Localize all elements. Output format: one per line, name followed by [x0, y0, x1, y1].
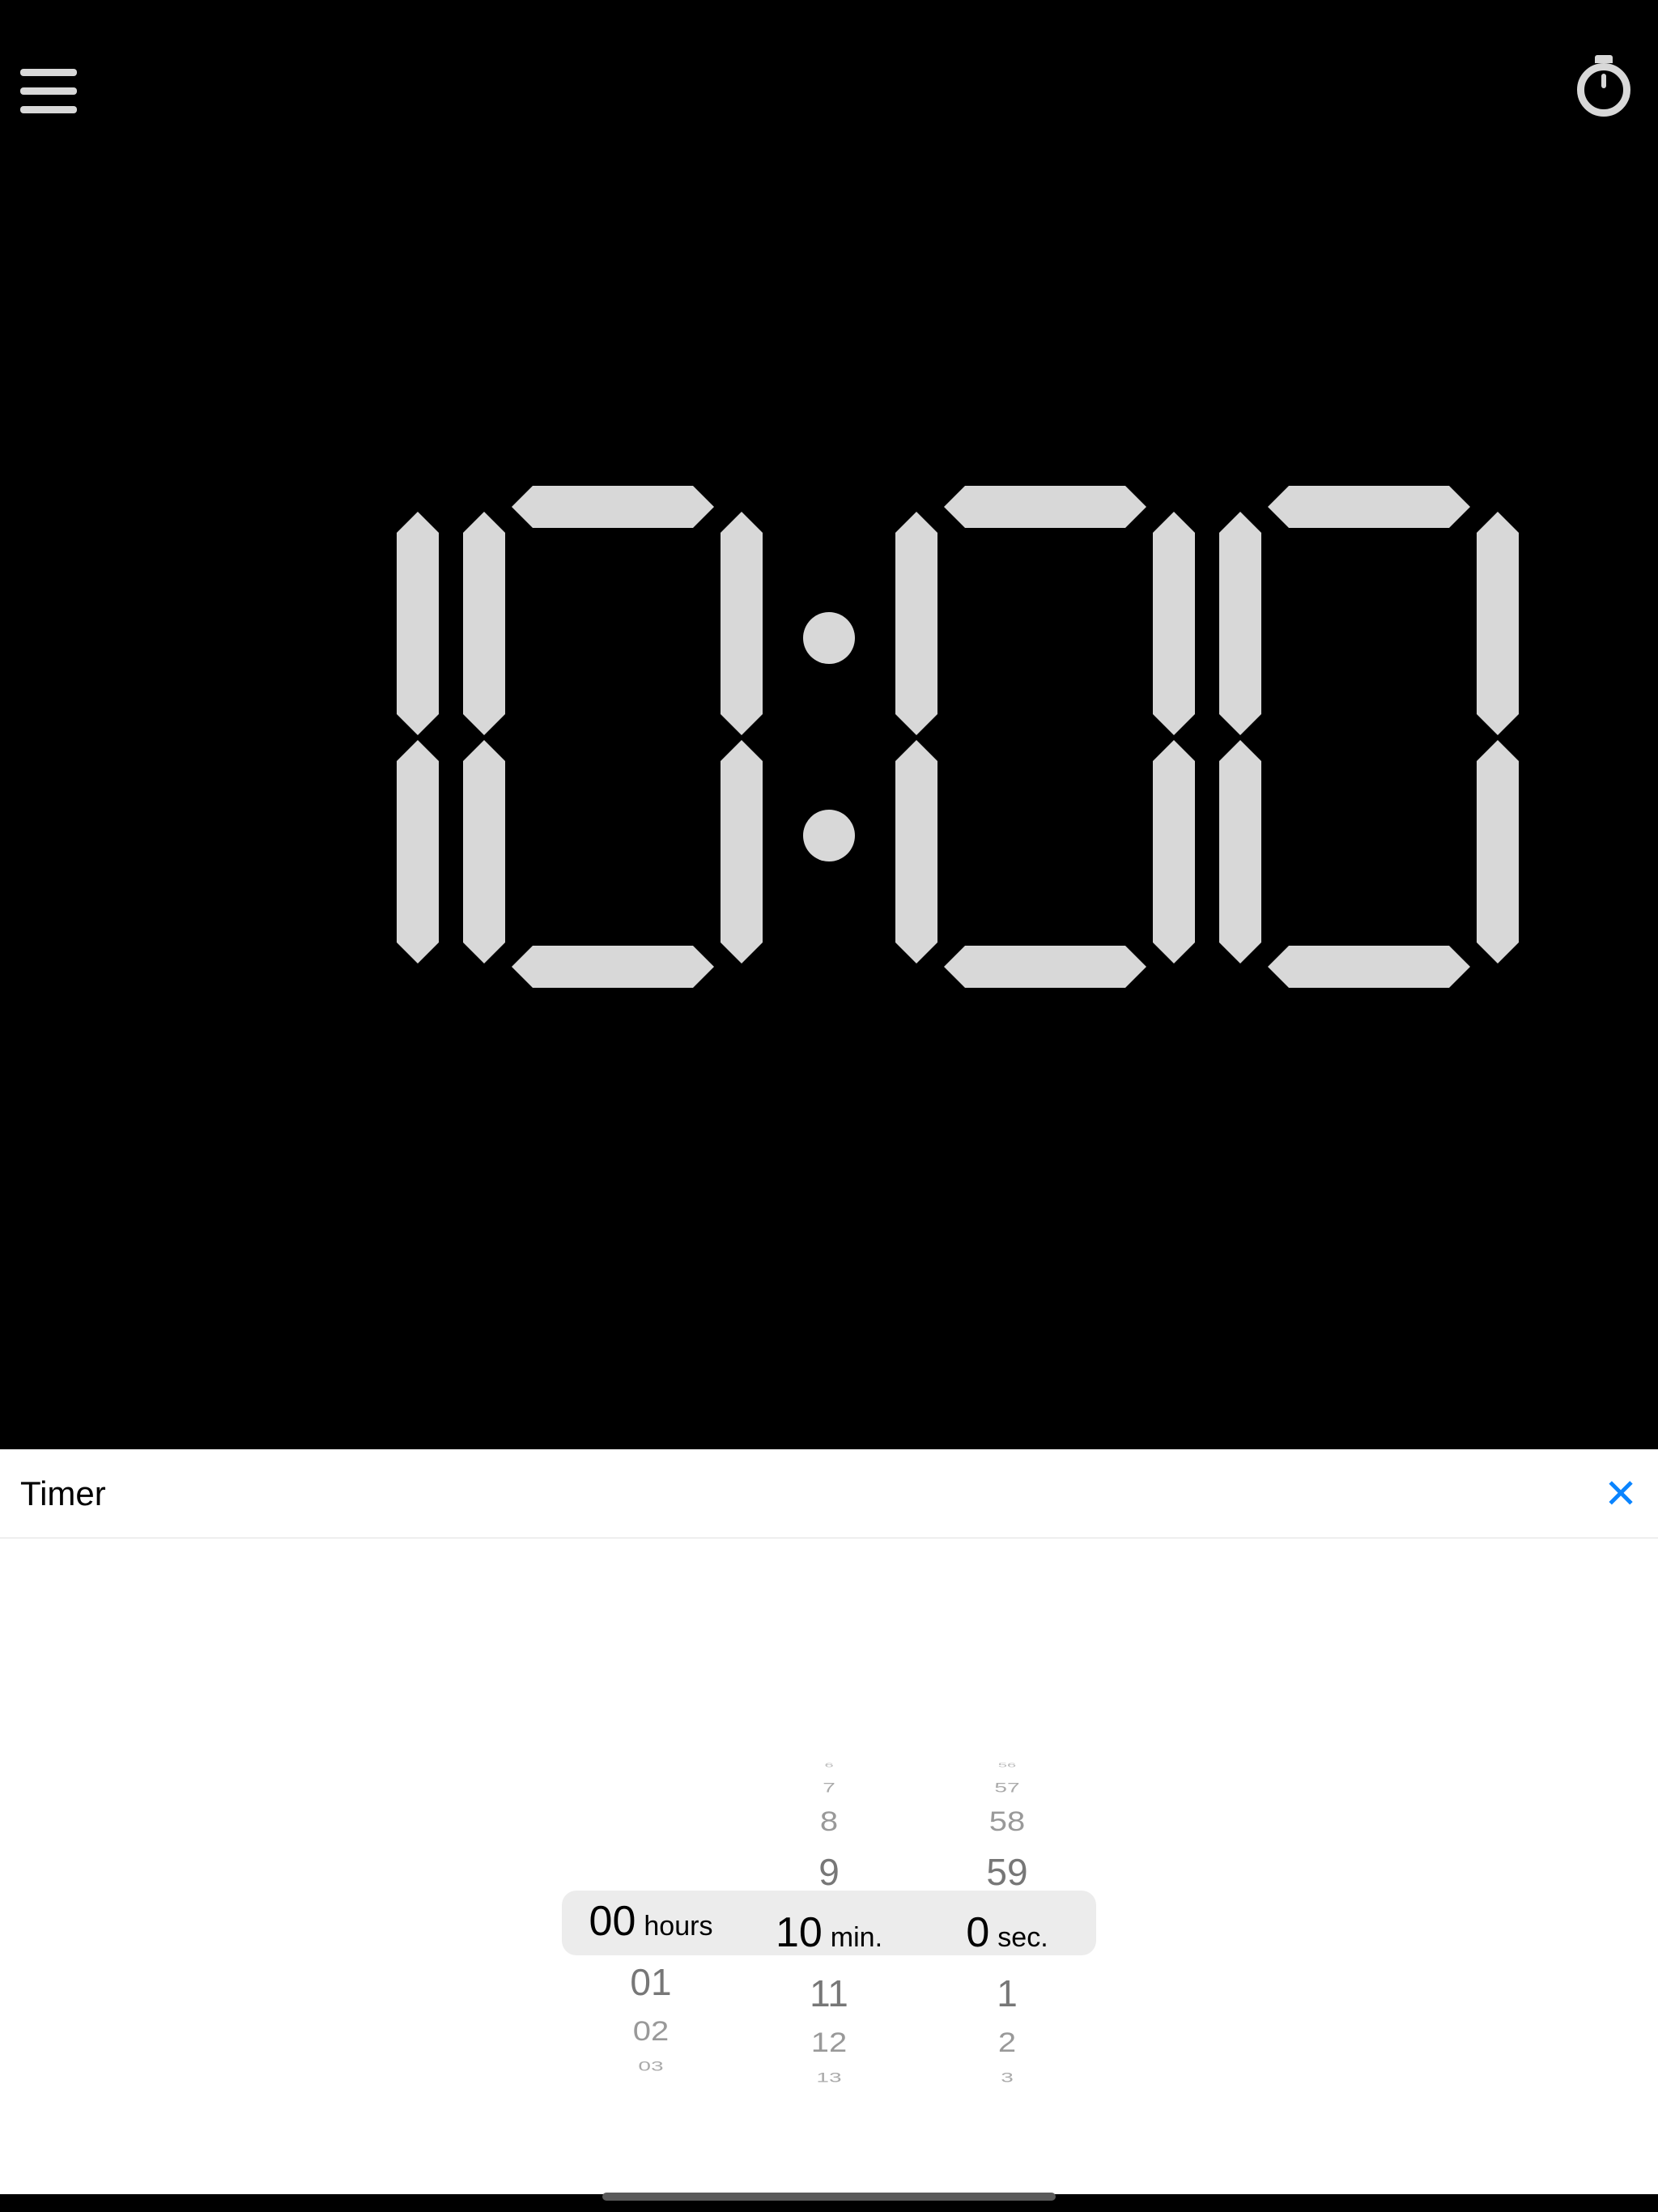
- digit-seconds-ones: [1219, 486, 1519, 988]
- picker-seconds-column[interactable]: 56 57 58 59 0 sec. 1 2 3: [918, 1725, 1096, 2121]
- timer-digits: [0, 486, 1658, 988]
- picker-minutes-label: min.: [831, 1922, 882, 1954]
- picker-hours-label: hours: [644, 1911, 712, 1942]
- colon-separator: [803, 612, 855, 861]
- timer-display-area: [0, 0, 1658, 1449]
- digit-minutes-ones: [463, 486, 763, 988]
- picker-minutes-value: 10: [776, 1908, 823, 1957]
- panel-title: Timer: [20, 1474, 106, 1513]
- picker-hours-column[interactable]: 00 hours 01 02 03: [562, 1725, 740, 2121]
- time-picker[interactable]: 00 hours 01 02 03 6 7 8 9 10 min.: [562, 1725, 1096, 2121]
- panel-header: Timer ✕: [0, 1449, 1658, 1538]
- home-indicator-bar: [0, 2194, 1658, 2212]
- picker-seconds-label: sec.: [997, 1922, 1048, 1954]
- picker-hours-value: 00: [589, 1897, 636, 1946]
- picker-minutes-column[interactable]: 6 7 8 9 10 min. 11 12 13: [740, 1725, 918, 2121]
- digit-minutes-tens: [139, 486, 439, 988]
- close-icon[interactable]: ✕: [1604, 1470, 1638, 1517]
- home-indicator[interactable]: [602, 2193, 1056, 2201]
- timer-picker-panel: Timer ✕ 00 hours 01 02 03: [0, 1449, 1658, 2194]
- menu-icon[interactable]: [20, 69, 77, 113]
- stopwatch-icon[interactable]: [1573, 55, 1634, 124]
- picker-seconds-value: 0: [966, 1908, 989, 1957]
- digit-seconds-tens: [895, 486, 1195, 988]
